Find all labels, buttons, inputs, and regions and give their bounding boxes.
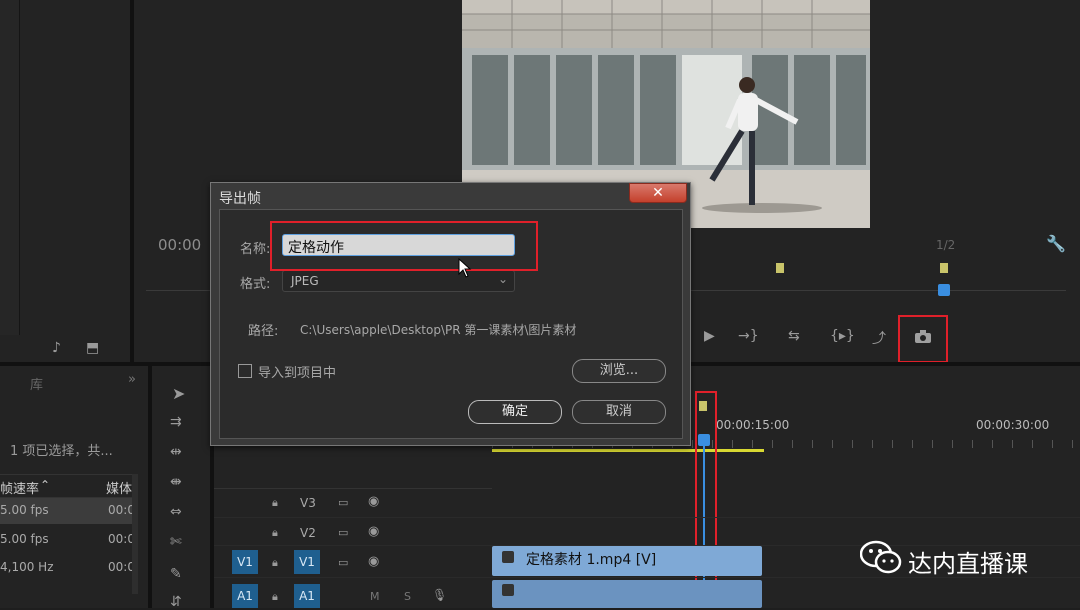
format-select[interactable]: JPEG ⌄: [282, 270, 515, 292]
clip-label: 定格素材 1.mp4 [V]: [526, 552, 657, 568]
import-label: 导入到项目中: [258, 366, 337, 381]
fx-icon: [502, 584, 514, 596]
name-field-highlight: [270, 221, 538, 271]
out-marker: [940, 263, 948, 273]
work-area-bar[interactable]: [492, 449, 764, 452]
monitor-playhead[interactable]: [938, 284, 950, 296]
path-value: C:\Users\apple\Desktop\PR 第一课素材\图片素材: [300, 323, 577, 337]
in-marker: [776, 263, 784, 273]
track-select-tool-icon[interactable]: ⇉: [170, 414, 182, 430]
ok-button[interactable]: 确定: [468, 400, 562, 424]
table-row[interactable]: 5.00 fps 00:0: [0, 528, 135, 552]
eye-icon[interactable]: ◉: [368, 494, 379, 509]
insert-button[interactable]: ⇆: [788, 328, 800, 344]
eye-icon[interactable]: ◉: [368, 524, 379, 539]
eye-icon[interactable]: ◉: [368, 554, 379, 569]
format-label: 格式:: [240, 277, 271, 292]
sync-icon[interactable]: ▭: [338, 556, 348, 569]
wechat-icon: [860, 540, 902, 574]
import-checkbox[interactable]: [238, 364, 252, 378]
track-target-a1[interactable]: A1: [294, 584, 320, 608]
browse-button[interactable]: 浏览...: [572, 359, 666, 383]
col-media[interactable]: 媒体: [106, 478, 132, 497]
fx-icon: [502, 551, 514, 563]
track-target-v1[interactable]: V1: [294, 550, 320, 574]
razor-tool-icon[interactable]: ✄: [170, 534, 182, 550]
dialog-title: 导出帧: [219, 191, 261, 207]
zoom-select[interactable]: 1/2: [936, 238, 955, 252]
sort-chevron-icon[interactable]: ⌃: [40, 478, 50, 492]
library-tab[interactable]: 库: [30, 374, 43, 393]
table-row[interactable]: 4,100 Hz 00:0: [0, 556, 135, 580]
mute-button[interactable]: M: [370, 590, 380, 603]
track-name: V3: [300, 496, 316, 510]
audio-drag-icon[interactable]: ♪: [52, 340, 61, 356]
sync-icon[interactable]: ▭: [338, 496, 348, 509]
wrench-icon[interactable]: 🔧: [1046, 234, 1066, 253]
step-forward-button[interactable]: →}: [738, 328, 759, 344]
source-patch-v1[interactable]: V1: [232, 550, 258, 574]
col-framerate[interactable]: 帧速率: [0, 478, 39, 497]
project-scrollbar[interactable]: [132, 474, 138, 594]
lock-icon[interactable]: 🔒︎: [272, 556, 278, 570]
ruler-label: 00:00:30:00: [976, 418, 1050, 432]
selection-status: 1 项已选择，共...: [10, 444, 113, 459]
audio-clip[interactable]: [492, 580, 762, 608]
lock-icon[interactable]: 🔒︎: [272, 496, 278, 510]
sync-icon[interactable]: ▭: [338, 526, 348, 539]
path-label: 路径:: [248, 324, 279, 339]
export-button[interactable]: ⤴: [872, 328, 886, 348]
source-patch-a1[interactable]: A1: [232, 584, 258, 608]
play-button[interactable]: ▶: [704, 328, 715, 344]
source-inner: [0, 0, 20, 335]
mouse-cursor-icon: [458, 258, 472, 278]
selection-tool-icon[interactable]: ➤: [172, 384, 185, 403]
overwrite-button[interactable]: {▸}: [830, 328, 855, 344]
camera-icon[interactable]: [914, 330, 932, 344]
watermark-text: 达内直播课: [908, 550, 1028, 578]
close-button[interactable]: ✕: [629, 183, 687, 203]
slip-tool-icon[interactable]: ⇔: [170, 504, 182, 520]
table-row[interactable]: 5.00 fps 00:0: [0, 498, 135, 524]
panel-menu-icon[interactable]: »: [128, 372, 136, 387]
chevron-down-icon: ⌄: [497, 272, 508, 286]
pen-tool-icon[interactable]: ✎: [170, 566, 182, 582]
ruler-label: 00:00:15:00: [716, 418, 790, 432]
video-clip[interactable]: 定格素材 1.mp4 [V]: [492, 546, 762, 576]
name-label: 名称:: [240, 242, 271, 257]
ripple-tool-icon[interactable]: ⇹: [170, 444, 182, 460]
lock-icon[interactable]: 🔒︎: [272, 526, 278, 540]
solo-button[interactable]: S: [404, 590, 411, 603]
mic-icon[interactable]: 🎙︎: [432, 588, 447, 602]
track-name: V2: [300, 526, 316, 540]
lock-icon[interactable]: 🔒︎: [272, 590, 278, 604]
cancel-button[interactable]: 取消: [572, 400, 666, 424]
program-timecode[interactable]: 00:00: [158, 236, 201, 254]
rolling-tool-icon[interactable]: ⇼: [170, 474, 182, 490]
export-icon[interactable]: ⬒: [86, 340, 99, 356]
